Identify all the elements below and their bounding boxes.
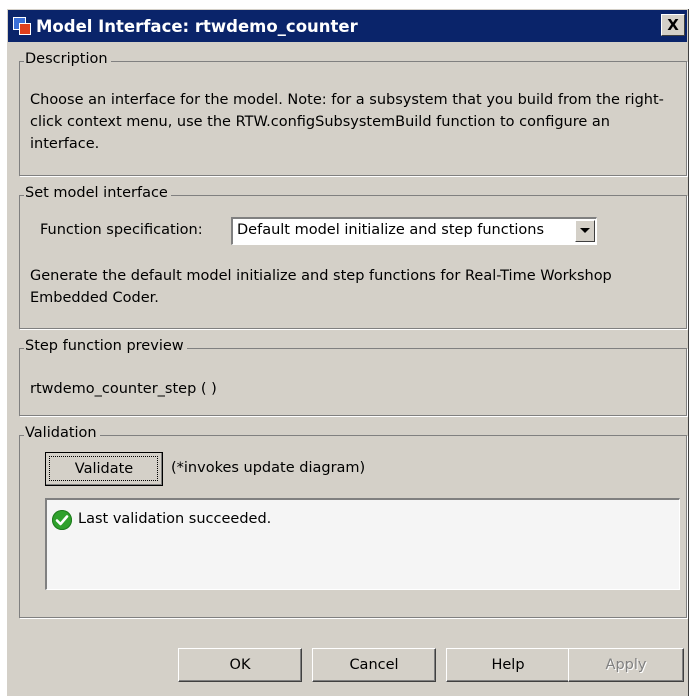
validation-legend: Validation xyxy=(24,425,100,441)
validation-result-box: Last validation succeeded. xyxy=(45,498,680,590)
description-text: Choose an interface for the model. Note:… xyxy=(30,92,664,152)
help-button[interactable]: Help xyxy=(446,648,570,682)
ok-button[interactable]: OK xyxy=(178,648,302,682)
validation-group: Validation Validate (*invokes update dia… xyxy=(19,425,687,618)
cancel-button-label: Cancel xyxy=(349,657,399,673)
validate-button-label: Validate xyxy=(74,461,134,477)
validate-button[interactable]: Validate xyxy=(45,452,163,486)
title-bar[interactable]: Model Interface: rtwdemo_counter X xyxy=(8,10,687,42)
description-group: Description Choose an interface for the … xyxy=(19,51,687,176)
step-function-preview-text: rtwdemo_counter_step ( ) xyxy=(30,381,217,397)
dropdown-arrow-icon[interactable] xyxy=(575,220,595,242)
success-check-icon xyxy=(52,510,72,530)
description-legend: Description xyxy=(24,51,111,67)
apply-button[interactable]: Apply xyxy=(568,648,684,682)
function-specification-label: Function specification: xyxy=(40,222,203,238)
function-specification-value: Default model initialize and step functi… xyxy=(237,222,545,238)
validate-note: (*invokes update diagram) xyxy=(171,460,366,476)
simulink-app-icon xyxy=(13,17,31,35)
cancel-button[interactable]: Cancel xyxy=(312,648,436,682)
model-interface-dialog: Model Interface: rtwdemo_counter X Descr… xyxy=(6,8,689,696)
step-function-preview-group: Step function preview rtwdemo_counter_st… xyxy=(19,338,687,416)
close-button[interactable]: X xyxy=(661,14,685,36)
set-model-interface-legend: Set model interface xyxy=(24,185,171,201)
validation-result-text: Last validation succeeded. xyxy=(78,511,272,527)
ok-button-label: OK xyxy=(229,657,251,673)
function-specification-dropdown[interactable]: Default model initialize and step functi… xyxy=(231,217,597,245)
help-button-label: Help xyxy=(491,657,525,673)
step-function-preview-legend: Step function preview xyxy=(24,338,187,354)
apply-button-label: Apply xyxy=(605,657,647,673)
set-model-interface-group: Set model interface Function specificati… xyxy=(19,185,687,329)
function-specification-help-text: Generate the default model initialize an… xyxy=(30,268,612,306)
window-title: Model Interface: rtwdemo_counter xyxy=(36,16,358,36)
